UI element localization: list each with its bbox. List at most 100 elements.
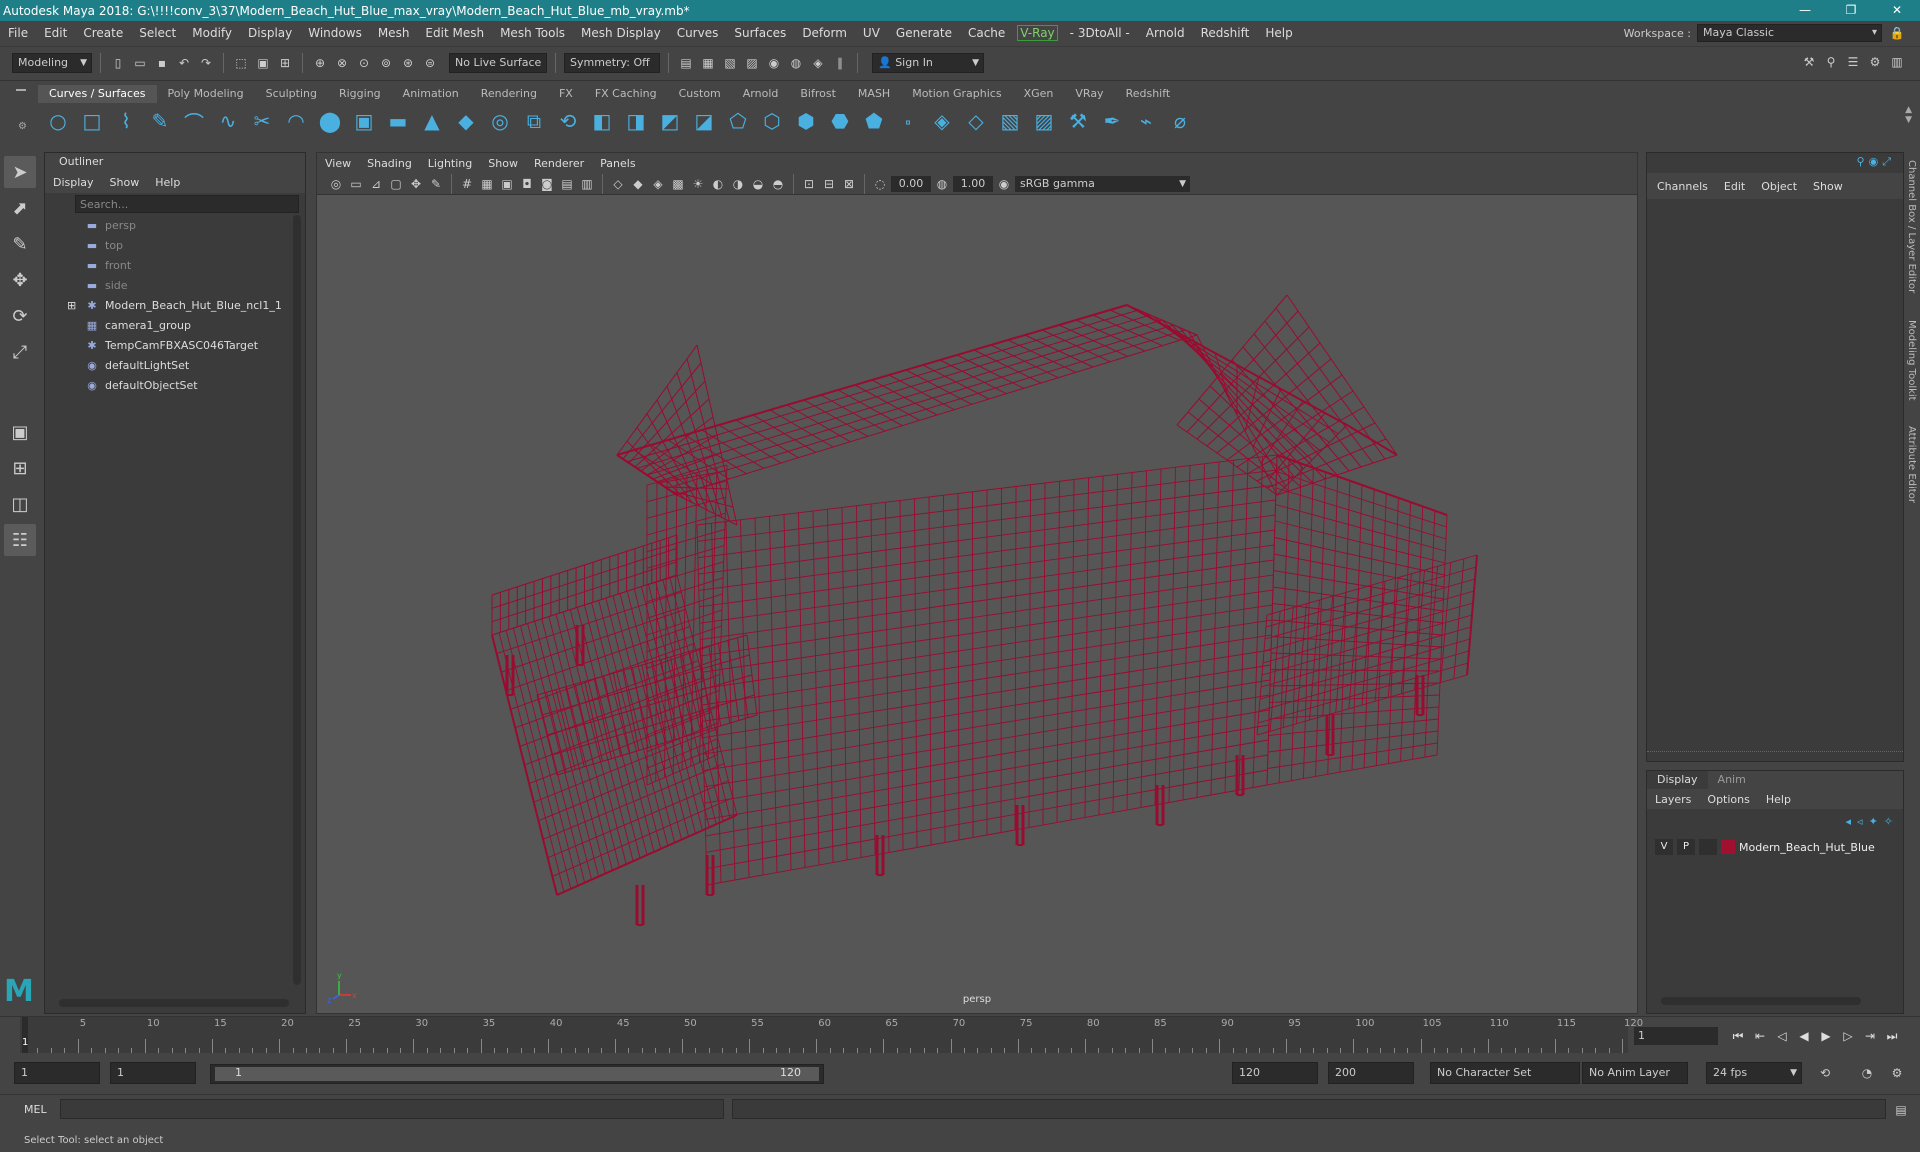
color-management-icon[interactable]: ◉ <box>995 175 1013 193</box>
layer-menu-help[interactable]: Help <box>1758 793 1799 806</box>
go-to-start-icon[interactable]: ⏮ <box>1728 1027 1748 1045</box>
cv-curve-icon[interactable]: ⌇ <box>112 107 140 135</box>
render-frame-icon[interactable]: ▦ <box>699 54 717 72</box>
menu-mesh[interactable]: Mesh <box>370 26 418 40</box>
gamma-field[interactable]: 1.00 <box>953 175 993 192</box>
outliner-horizontal-scrollbar[interactable] <box>59 999 289 1007</box>
select-object-icon[interactable]: ▣ <box>254 54 272 72</box>
menu-arnold[interactable]: Arnold <box>1138 26 1193 40</box>
outliner-vertical-scrollbar[interactable] <box>293 215 301 985</box>
go-to-end-icon[interactable]: ⏭ <box>1882 1027 1902 1045</box>
shelf-tab-sculpting[interactable]: Sculpting <box>255 85 328 103</box>
layer-menu-options[interactable]: Options <box>1699 793 1757 806</box>
image-plane-icon[interactable]: ▢ <box>387 175 405 193</box>
outliner-search-input[interactable]: Search... <box>75 195 299 213</box>
isolate-select-icon[interactable]: ⊡ <box>800 175 818 193</box>
shelf-tool-8-icon[interactable]: ⬣ <box>826 107 854 135</box>
motion-blur-icon[interactable]: ◒ <box>749 175 767 193</box>
hypershade-icon[interactable]: ◍ <box>787 54 805 72</box>
new-scene-icon[interactable]: ▯ <box>109 54 127 72</box>
outliner-menu-help[interactable]: Help <box>147 176 188 189</box>
layer-color-swatch[interactable] <box>1721 840 1735 854</box>
safe-title-icon[interactable]: ▥ <box>578 175 596 193</box>
current-time-marker[interactable]: 1 <box>22 1017 28 1053</box>
channel-box-icon[interactable]: ▥ <box>1888 53 1906 71</box>
animation-end-field[interactable]: 200 <box>1328 1062 1414 1084</box>
range-bar[interactable]: 1 120 <box>210 1064 824 1084</box>
shelf-tool-6-icon[interactable]: ⬡ <box>758 107 786 135</box>
outliner-menu-show[interactable]: Show <box>102 176 148 189</box>
paint-select-tool-icon[interactable]: ✎ <box>4 228 36 260</box>
xray-joints-icon[interactable]: ⊠ <box>840 175 858 193</box>
cone-icon[interactable]: ▲ <box>418 107 446 135</box>
construction-history-icon[interactable]: ▤ <box>677 54 695 72</box>
shelf-tab-mash[interactable]: MASH <box>847 85 901 103</box>
outliner-item[interactable]: ✱ TempCamFBXASC046Target <box>45 335 305 355</box>
channel-box-menu-edit[interactable]: Edit <box>1716 180 1753 193</box>
undo-icon[interactable]: ↶ <box>175 54 193 72</box>
gate-mask-icon[interactable]: ◘ <box>518 175 536 193</box>
expand-icon[interactable]: ⊞ <box>67 299 79 312</box>
viewport-menu-shading[interactable]: Shading <box>359 157 420 170</box>
shelf-tool-15-icon[interactable]: ⚒ <box>1064 107 1092 135</box>
menu-cache[interactable]: Cache <box>960 26 1013 40</box>
layer-menu-layers[interactable]: Layers <box>1647 793 1699 806</box>
symmetry-dropdown[interactable]: Symmetry: Off <box>564 52 660 73</box>
menu-create[interactable]: Create <box>75 26 131 40</box>
nurbs-square-icon[interactable]: □ <box>78 107 106 135</box>
side-tab-attribute-editor[interactable]: Attribute Editor <box>1906 426 1917 503</box>
playback-end-field[interactable]: 120 <box>1232 1062 1318 1084</box>
rotate-tool-icon[interactable]: ⟳ <box>4 300 36 332</box>
anti-aliasing-icon[interactable]: ◓ <box>769 175 787 193</box>
anim-layer-dropdown[interactable]: No Anim Layer <box>1582 1062 1688 1084</box>
pencil-curve-icon[interactable]: ⌒ <box>180 107 208 135</box>
resolution-gate-icon[interactable]: ▣ <box>498 175 516 193</box>
outliner-item[interactable]: ▬ front <box>45 255 305 275</box>
shelf-tab-animation[interactable]: Animation <box>392 85 470 103</box>
shelf-scroll-icon[interactable]: ▲ ▼ <box>1905 105 1912 125</box>
shelf-menu-icon[interactable] <box>16 89 26 91</box>
shelf-tab-rendering[interactable]: Rendering <box>470 85 548 103</box>
shelf-tool-18-icon[interactable]: ⌀ <box>1166 107 1194 135</box>
single-perspective-layout-icon[interactable]: ▣ <box>4 416 36 448</box>
shelf-tab-bifrost[interactable]: Bifrost <box>789 85 847 103</box>
layer-scrollbar[interactable] <box>1661 997 1861 1005</box>
playback-start-field[interactable]: 1 <box>110 1062 196 1084</box>
attribute-toggle-icon[interactable]: ⤢ <box>1882 155 1891 169</box>
menu-redshift[interactable]: Redshift <box>1193 26 1258 40</box>
snap-point-icon[interactable]: ⊙ <box>355 54 373 72</box>
shelf-tool-13-icon[interactable]: ▧ <box>996 107 1024 135</box>
mel-label[interactable]: MEL <box>24 1103 47 1116</box>
workspace-dropdown[interactable]: Maya Classic <box>1697 24 1882 42</box>
shelf-tab-curves-surfaces[interactable]: Curves / Surfaces <box>38 85 157 103</box>
channel-box-menu-channels[interactable]: Channels <box>1649 180 1716 193</box>
torus-icon[interactable]: ◎ <box>486 107 514 135</box>
outliner-item[interactable]: ◉ defaultObjectSet <box>45 375 305 395</box>
scale-tool-icon[interactable]: ⤢ <box>4 336 36 368</box>
panel-divider[interactable] <box>1647 751 1903 755</box>
menu-mesh-display[interactable]: Mesh Display <box>573 26 669 40</box>
menu-3dtoall[interactable]: - 3DtoAll - <box>1062 26 1138 40</box>
redo-icon[interactable]: ↷ <box>197 54 215 72</box>
layer-tab-display[interactable]: Display <box>1647 771 1708 789</box>
shelf-tool-11-icon[interactable]: ◈ <box>928 107 956 135</box>
animation-preferences-icon[interactable]: ⚙ <box>1888 1064 1906 1082</box>
menu-deform[interactable]: Deform <box>794 26 855 40</box>
safe-action-icon[interactable]: ▤ <box>558 175 576 193</box>
time-ruler[interactable]: 5 10 15 20 25 30 35 40 45 50 55 60 65 70 75 80 85 90 95 100… <box>20 1017 1643 1053</box>
view-transform-dropdown[interactable]: sRGB gamma ▼ <box>1015 175 1190 192</box>
bezier-curve-icon[interactable]: ∿ <box>214 107 242 135</box>
tool-settings-icon[interactable]: ⚙ <box>1866 53 1884 71</box>
play-backwards-icon[interactable]: ◀ <box>1794 1027 1814 1045</box>
viewport-menu-show[interactable]: Show <box>480 157 526 170</box>
bookmark-icon[interactable]: ⊿ <box>367 175 385 193</box>
four-view-layout-icon[interactable]: ⊞ <box>4 452 36 484</box>
shelf-tab-poly-modeling[interactable]: Poly Modeling <box>157 85 255 103</box>
ambient-occlusion-icon[interactable]: ◑ <box>729 175 747 193</box>
snap-grid-icon[interactable]: ⊕ <box>311 54 329 72</box>
select-tool-icon[interactable]: ➤ <box>4 156 36 188</box>
shelf-tool-1-icon[interactable]: ◧ <box>588 107 616 135</box>
menu-edit[interactable]: Edit <box>36 26 75 40</box>
cube-icon[interactable]: ▣ <box>350 107 378 135</box>
menu-curves[interactable]: Curves <box>669 26 727 40</box>
